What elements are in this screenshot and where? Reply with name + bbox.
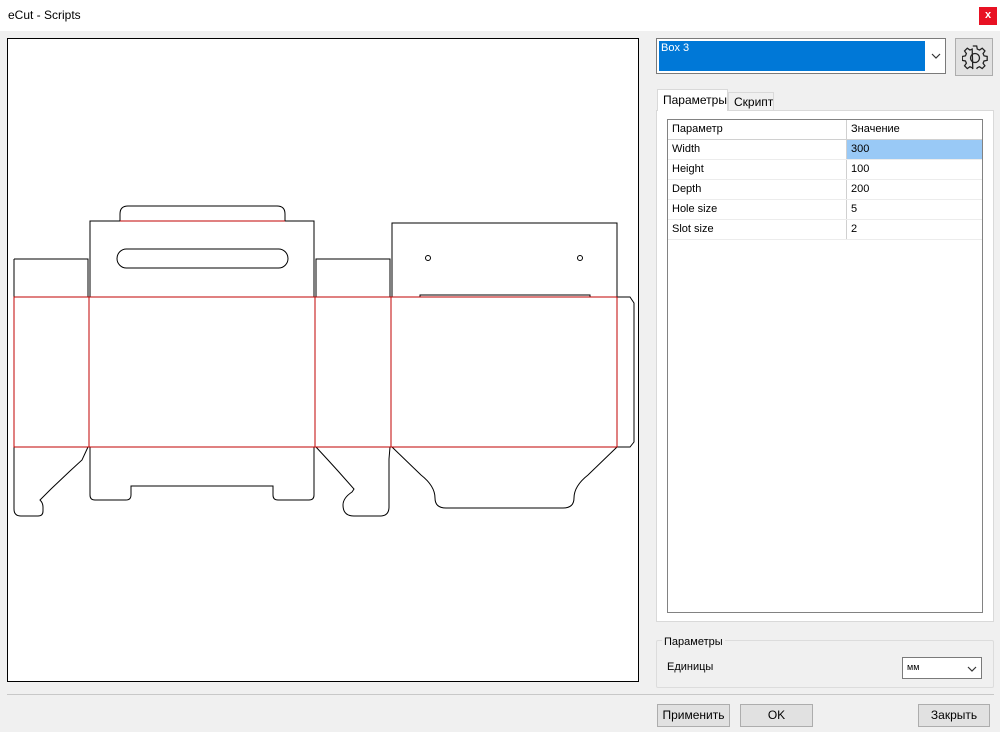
table-row[interactable]: Width 300 [668, 140, 982, 160]
param-name: Hole size [668, 200, 847, 219]
chevron-down-icon [931, 53, 941, 59]
ok-button[interactable]: OK [740, 704, 813, 727]
window-title: eCut - Scripts [8, 8, 81, 22]
param-name: Slot size [668, 220, 847, 239]
chevron-down-icon [967, 666, 977, 672]
table-row[interactable]: Height 100 [668, 160, 982, 180]
parameters-grid[interactable]: Параметр Значение Width 300 Height 100 D… [667, 119, 983, 613]
params-group: Параметры Единицы мм [656, 636, 994, 688]
settings-button[interactable] [955, 38, 993, 76]
separator [7, 694, 994, 695]
close-button[interactable]: Закрыть [918, 704, 990, 727]
params-group-title: Параметры [662, 636, 725, 648]
fold-lines [13, 220, 618, 448]
param-value-cell[interactable]: 5 [847, 200, 982, 219]
tab-script[interactable]: Скрипт [728, 92, 774, 110]
header-value[interactable]: Значение [847, 120, 982, 139]
table-row[interactable]: Slot size 2 [668, 220, 982, 240]
apply-button[interactable]: Применить [657, 704, 730, 727]
box-dieline [13, 205, 635, 517]
tab-parameters[interactable]: Параметры [657, 89, 728, 111]
preview-canvas[interactable] [7, 38, 639, 682]
param-value-cell[interactable]: 200 [847, 180, 982, 199]
parameters-panel: Параметр Значение Width 300 Height 100 D… [656, 110, 994, 622]
grid-header: Параметр Значение [668, 120, 982, 140]
cut-lines [13, 205, 635, 517]
units-dropdown[interactable]: мм [902, 657, 982, 679]
close-window-button[interactable]: x [979, 7, 997, 25]
param-value-cell[interactable]: 2 [847, 220, 982, 239]
param-name: Depth [668, 180, 847, 199]
gear-icon [962, 45, 988, 70]
table-row[interactable]: Depth 200 [668, 180, 982, 200]
param-value-cell[interactable]: 100 [847, 160, 982, 179]
script-dropdown[interactable]: Box 3 [656, 38, 946, 74]
param-name: Height [668, 160, 847, 179]
units-dropdown-value: мм [907, 662, 920, 672]
header-parameter[interactable]: Параметр [668, 120, 847, 139]
param-value-cell[interactable]: 300 [847, 140, 982, 159]
title-bar: eCut - Scripts x [0, 0, 1000, 31]
script-dropdown-value: Box 3 [659, 41, 925, 71]
param-name: Width [668, 140, 847, 159]
units-label: Единицы [667, 661, 714, 673]
table-row[interactable]: Hole size 5 [668, 200, 982, 220]
